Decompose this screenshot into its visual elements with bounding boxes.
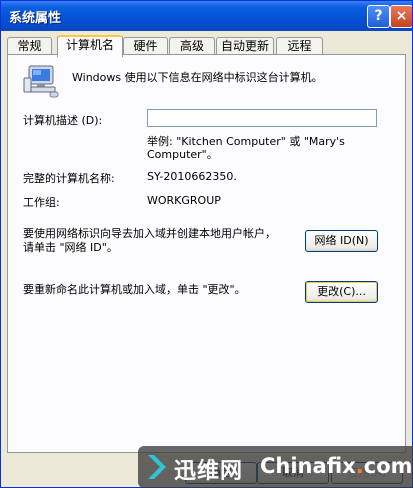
apply-button[interactable]: 应用(A): [331, 462, 403, 484]
system-properties-window: 系统属性 ? × 常规 计算机名 硬件 高级 自动更新 远程 Windows 使…: [0, 0, 413, 488]
close-button[interactable]: ×: [390, 5, 412, 28]
help-button[interactable]: ?: [367, 5, 390, 28]
workgroup-label: 工作组:: [23, 196, 60, 209]
tab-automatic-updates[interactable]: 自动更新: [216, 37, 274, 55]
intro-text: Windows 使用以下信息在网络中标识这台计算机。: [72, 71, 323, 84]
tab-general[interactable]: 常规: [7, 37, 52, 55]
tab-computer-name[interactable]: 计算机名: [57, 35, 123, 57]
tab-remote[interactable]: 远程: [276, 37, 323, 55]
ok-button[interactable]: 确定: [185, 462, 257, 484]
tab-advanced[interactable]: 高级: [169, 37, 215, 55]
title-bar[interactable]: 系统属性 ? ×: [1, 1, 412, 31]
full-name-label: 完整的计算机名称:: [23, 172, 115, 185]
window-title: 系统属性: [9, 11, 62, 26]
network-id-instructions: 要使用网络标识向导去加入域并创建本地用户帐户，请单击 "网络 ID"。: [23, 227, 276, 254]
description-input[interactable]: [147, 109, 377, 127]
full-name-value: SY-2010662350.: [147, 170, 237, 183]
rename-instructions: 要重新命名此计算机或加入域，单击 "更改"。: [23, 283, 246, 296]
computer-icon: [23, 65, 59, 98]
workgroup-value: WORKGROUP: [147, 194, 221, 207]
change-button[interactable]: 更改(C)...: [305, 281, 378, 303]
cancel-button[interactable]: 取消: [257, 462, 329, 484]
tab-hardware[interactable]: 硬件: [123, 37, 168, 55]
description-label: 计算机描述 (D):: [23, 114, 103, 127]
description-example: 举例: "Kitchen Computer" 或 "Mary's Compute…: [147, 135, 345, 161]
network-id-button[interactable]: 网络 ID(N): [305, 230, 378, 252]
tab-panel: Windows 使用以下信息在网络中标识这台计算机。 计算机描述 (D): 举例…: [7, 54, 406, 453]
